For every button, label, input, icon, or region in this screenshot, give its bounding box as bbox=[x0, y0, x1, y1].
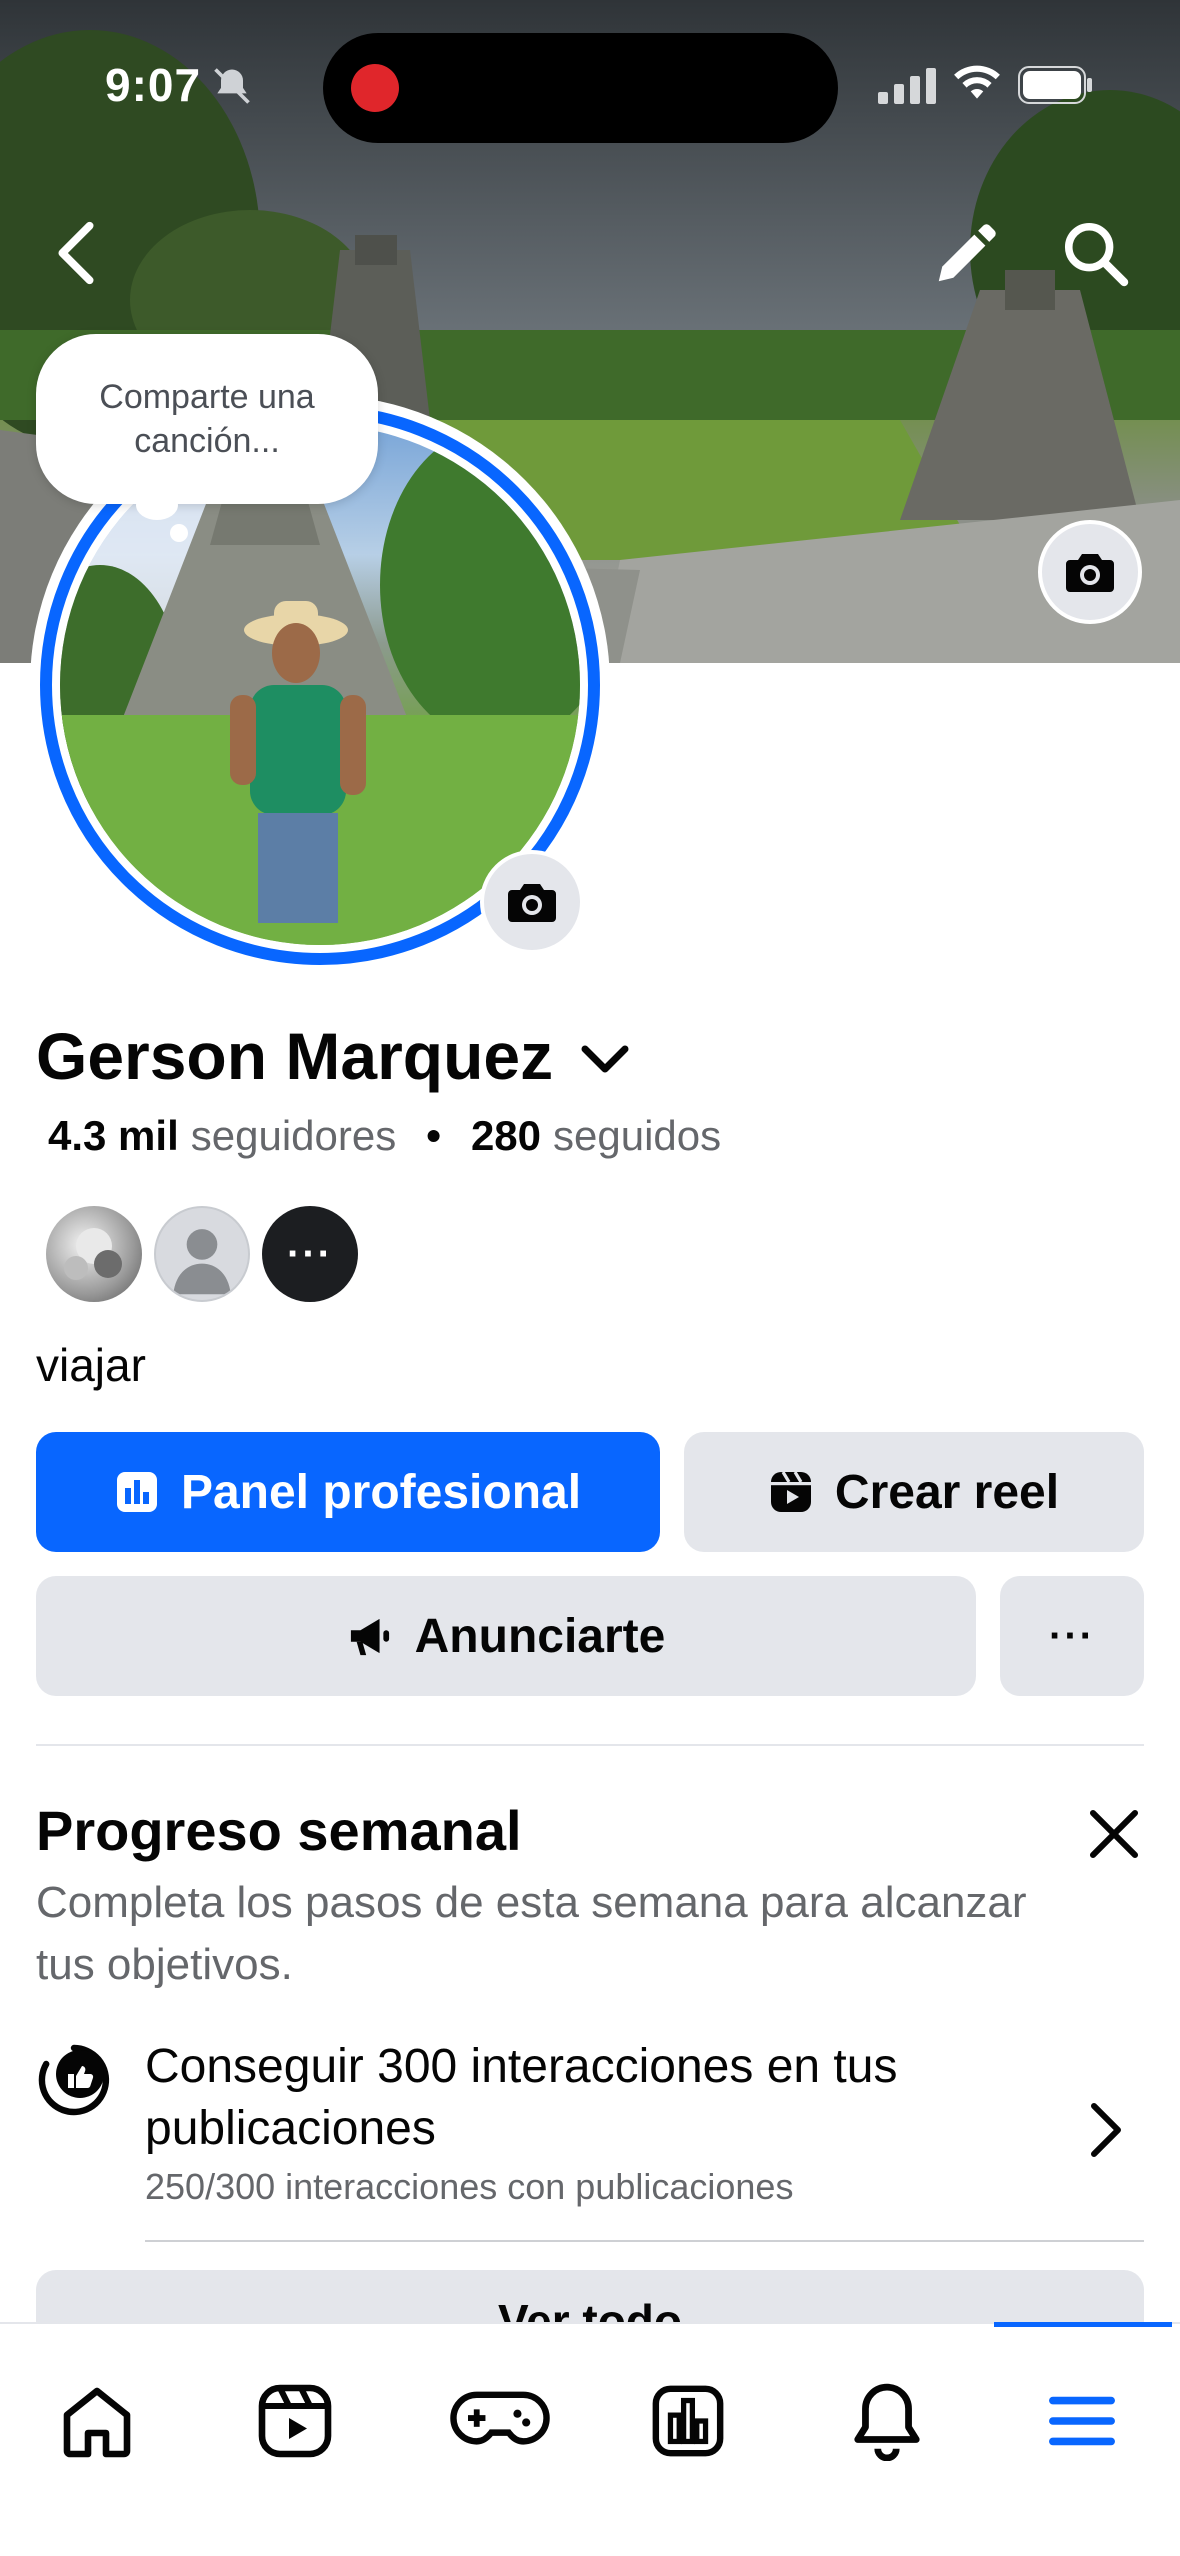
menu-icon bbox=[1049, 2396, 1115, 2446]
following-count[interactable]: 280 bbox=[471, 1112, 541, 1160]
chevron-down-icon[interactable] bbox=[579, 1043, 631, 1075]
followers-count[interactable]: 4.3 mil bbox=[48, 1112, 179, 1160]
more-options-button[interactable]: ··· bbox=[1000, 1576, 1144, 1696]
edit-profile-picture-button[interactable] bbox=[480, 850, 584, 954]
active-tab-indicator bbox=[994, 2322, 1172, 2327]
tab-professional-dashboard[interactable] bbox=[633, 2366, 743, 2476]
wifi-icon bbox=[954, 65, 1000, 99]
followers-label[interactable]: seguidores bbox=[191, 1112, 396, 1160]
task-progress: 250/300 interacciones con publicaciones bbox=[145, 2166, 794, 2207]
dashboard-icon bbox=[116, 1472, 157, 1512]
advertise-label: Anunciarte bbox=[414, 1609, 666, 1663]
camera-icon bbox=[508, 884, 556, 922]
tab-home[interactable] bbox=[42, 2366, 152, 2476]
stats-separator: • bbox=[426, 1112, 441, 1159]
profile-bio: viajar bbox=[36, 1339, 146, 1391]
note-bubble-text: Comparte una canción... bbox=[99, 378, 315, 460]
back-icon[interactable] bbox=[46, 218, 106, 288]
featured-avatar-placeholder[interactable] bbox=[154, 1206, 250, 1302]
featured-avatar[interactable] bbox=[46, 1206, 142, 1302]
profile-name-row[interactable]: Gerson Marquez bbox=[36, 1018, 631, 1094]
more-dots-icon: ··· bbox=[1049, 1613, 1095, 1658]
weekly-progress-title: Progreso semanal bbox=[36, 1799, 522, 1862]
person-icon bbox=[173, 1229, 231, 1295]
reel-icon bbox=[770, 1471, 811, 1512]
more-dots-icon: ··· bbox=[287, 1231, 333, 1276]
interactions-progress-icon bbox=[38, 2044, 110, 2116]
featured-more-button[interactable]: ··· bbox=[262, 1206, 358, 1302]
bottom-tab-bar bbox=[0, 2322, 1180, 2556]
professional-dashboard-label: Panel profesional bbox=[180, 1465, 582, 1519]
megaphone-icon bbox=[350, 1618, 389, 1656]
status-time: 9:07 bbox=[105, 59, 202, 111]
profile-name: Gerson Marquez bbox=[36, 1019, 554, 1093]
silent-mode-icon bbox=[214, 68, 250, 104]
note-bubble[interactable]: Comparte una canción... bbox=[36, 334, 378, 504]
tab-reels[interactable] bbox=[240, 2366, 350, 2476]
home-icon bbox=[63, 2387, 131, 2458]
notifications-icon bbox=[854, 2383, 920, 2461]
featured-avatar-image bbox=[64, 1228, 122, 1280]
tab-gaming[interactable] bbox=[435, 2366, 565, 2476]
close-icon[interactable] bbox=[1086, 1806, 1142, 1862]
edit-cover-photo-button[interactable] bbox=[1038, 520, 1142, 624]
edit-pencil-icon[interactable] bbox=[930, 220, 1000, 290]
search-icon[interactable] bbox=[1060, 218, 1130, 288]
advertise-button[interactable]: Anunciarte bbox=[36, 1576, 976, 1696]
chevron-right-icon[interactable] bbox=[1088, 2100, 1124, 2160]
gaming-icon bbox=[450, 2391, 550, 2445]
note-bubble-tail bbox=[136, 490, 178, 520]
note-bubble-tail-small bbox=[170, 524, 188, 542]
tab-notifications[interactable] bbox=[832, 2366, 942, 2476]
cellular-signal-icon bbox=[878, 68, 936, 104]
tab-menu[interactable] bbox=[1027, 2366, 1137, 2476]
featured-people: ··· bbox=[46, 1206, 358, 1302]
dynamic-island bbox=[323, 33, 838, 143]
dashboard-icon bbox=[652, 2385, 724, 2457]
camera-icon bbox=[1066, 554, 1114, 592]
follow-stats: 4.3 mil seguidores • 280 seguidos bbox=[48, 1112, 721, 1160]
task-title[interactable]: Conseguir 300 interacciones en tus publi… bbox=[145, 2036, 1045, 2160]
reels-icon bbox=[258, 2384, 332, 2458]
following-label[interactable]: seguidos bbox=[553, 1112, 721, 1160]
professional-dashboard-button[interactable]: Panel profesional bbox=[36, 1432, 660, 1552]
battery-icon bbox=[1018, 66, 1092, 104]
task-divider bbox=[145, 2240, 1144, 2242]
create-reel-label: Crear reel bbox=[834, 1465, 1060, 1519]
section-divider bbox=[36, 1744, 1144, 1746]
create-reel-button[interactable]: Crear reel bbox=[684, 1432, 1144, 1552]
weekly-progress-description: Completa los pasos de esta semana para a… bbox=[36, 1878, 1027, 1989]
recording-indicator bbox=[351, 64, 399, 112]
